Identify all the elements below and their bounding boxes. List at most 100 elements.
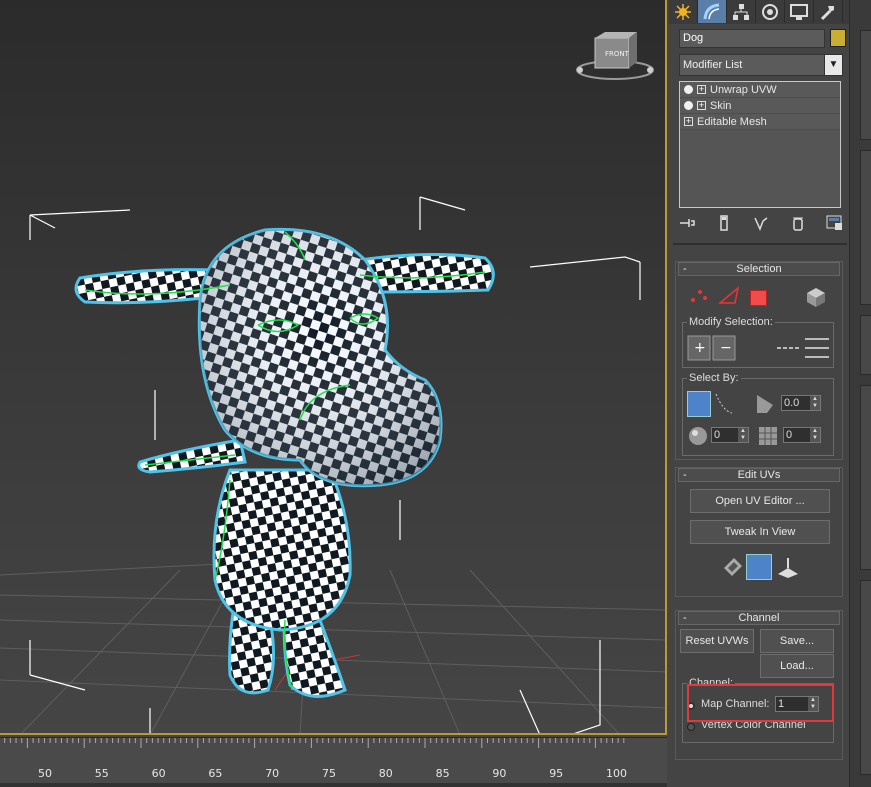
display-tab[interactable]: [785, 0, 814, 23]
utilities-icon: [820, 5, 834, 20]
stack-item-editable-mesh[interactable]: + Editable Mesh: [680, 114, 840, 130]
panel-divider: [673, 243, 847, 245]
modifier-stack[interactable]: + Unwrap UVW + Skin + Editable Mesh: [679, 81, 841, 208]
stack-toolbar: [677, 213, 845, 233]
selection-rollout: - Selection Modify Selection: + − Select …: [675, 261, 843, 460]
stack-item-skin[interactable]: + Skin: [680, 98, 840, 114]
configure-icon: [826, 215, 842, 230]
end-result-icon: [720, 215, 728, 231]
strip-segment: [860, 150, 871, 305]
modify-tab[interactable]: [698, 0, 727, 23]
quick-planar-map-icon[interactable]: [722, 556, 744, 578]
stack-item-label: Skin: [710, 99, 732, 112]
svg-text:−: −: [720, 340, 732, 356]
show-end-result-button[interactable]: [714, 214, 734, 232]
timeline-tick-label: 60: [151, 767, 166, 780]
edit-uvs-rollout: - Edit UVs Open UV Editor ... Tweak In V…: [675, 467, 843, 597]
vertex-color-radio[interactable]: [687, 723, 695, 731]
create-tab[interactable]: [669, 0, 698, 23]
selection-rollout-header[interactable]: - Selection: [678, 262, 840, 276]
collapse-minus-icon[interactable]: -: [683, 612, 687, 624]
smoothing-group-spinner[interactable]: 0 ▲ ▼: [783, 427, 821, 443]
chevron-down-icon[interactable]: ▼: [824, 55, 842, 75]
timeline-tick-label: 100: [606, 767, 627, 780]
point-to-point-icon[interactable]: [713, 391, 735, 417]
edit-uvs-rollout-header[interactable]: - Edit UVs: [678, 468, 840, 482]
make-unique-icon: [754, 217, 768, 231]
element-mode-icon[interactable]: [804, 286, 828, 308]
channel-rollout-header[interactable]: - Channel: [678, 611, 840, 625]
remove-modifier-button[interactable]: [788, 214, 808, 232]
open-uv-editor-button[interactable]: Open UV Editor ...: [690, 489, 830, 513]
smoothing-group-icon[interactable]: [757, 425, 779, 447]
expand-plus-icon[interactable]: +: [684, 117, 693, 126]
panel-scroll-strip[interactable]: [849, 0, 871, 787]
strip-segment: [860, 385, 871, 570]
lightbulb-icon[interactable]: [684, 101, 693, 110]
planar-angle-spinner[interactable]: 0.0 ▲ ▼: [781, 395, 821, 411]
load-button[interactable]: Load...: [760, 654, 834, 678]
strip-segment: [860, 315, 871, 375]
object-name-field[interactable]: Dog: [679, 29, 825, 48]
edge-mode-icon[interactable]: [718, 286, 740, 306]
selection-title: Selection: [736, 263, 782, 275]
motion-icon: [762, 3, 778, 20]
create-icon: [675, 3, 691, 20]
material-id-spinner[interactable]: 0 ▲ ▼: [711, 427, 749, 443]
planar-angle-value: 0.0: [784, 397, 800, 409]
spinner-arrows-icon[interactable]: ▲ ▼: [810, 428, 820, 442]
svg-text:+: +: [694, 340, 706, 356]
align-gizmo-icon[interactable]: [776, 556, 800, 578]
grow-shrink-icons[interactable]: + −: [687, 335, 737, 361]
spinner-arrows-icon[interactable]: ▲ ▼: [738, 428, 748, 442]
tweak-in-view-button[interactable]: Tweak In View: [690, 520, 830, 544]
planar-angle-icon[interactable]: [755, 393, 777, 415]
modifier-list-label: Modifier List: [683, 59, 743, 71]
trash-icon: [793, 217, 803, 231]
stack-item-label: Editable Mesh: [697, 115, 767, 128]
map-channel-highlight-box: [687, 684, 834, 722]
vertex-mode-icon[interactable]: [690, 286, 708, 304]
object-color-swatch[interactable]: [830, 29, 846, 47]
timeline-ruler[interactable]: 50 55 60 65 70 75 80 85 90 95 100: [0, 737, 667, 787]
lightbulb-icon[interactable]: [684, 85, 693, 94]
modify-selection-label: Modify Selection:: [687, 316, 775, 328]
modifier-list-dropdown[interactable]: Modifier List ▼: [679, 54, 843, 76]
pin-stack-button[interactable]: [677, 214, 697, 232]
strip-segment: [860, 580, 871, 775]
quick-map-gizmo-button[interactable]: [746, 554, 772, 580]
modify-selection-group: Modify Selection: + −: [682, 316, 834, 368]
material-id-icon[interactable]: [687, 425, 709, 447]
expand-plus-icon[interactable]: +: [697, 101, 706, 110]
viewport-scene: FRONT: [0, 32, 665, 733]
face-mode-icon[interactable]: [750, 290, 767, 306]
expand-plus-icon[interactable]: +: [697, 85, 706, 94]
smoothing-group-value: 0: [786, 429, 793, 441]
timeline-tick-label: 85: [435, 767, 450, 780]
perspective-viewport[interactable]: FRONT: [0, 0, 667, 735]
select-element-button[interactable]: [687, 391, 711, 417]
timeline-tick-label: 95: [549, 767, 564, 780]
ruler-ticks: [4, 738, 625, 748]
stack-item-unwrap-uvw[interactable]: + Unwrap UVW: [680, 82, 840, 98]
loop-ring-icons[interactable]: [775, 335, 831, 361]
channel-title: Channel: [738, 612, 780, 624]
hierarchy-tab[interactable]: [727, 0, 756, 23]
motion-tab[interactable]: [756, 0, 785, 23]
edit-uvs-title: Edit UVs: [737, 469, 781, 481]
timeline-tick-label: 65: [208, 767, 223, 780]
collapse-minus-icon[interactable]: -: [683, 263, 687, 275]
save-button[interactable]: Save...: [760, 629, 834, 653]
select-by-label: Select By:: [687, 372, 741, 384]
hierarchy-icon: [733, 3, 749, 20]
reset-uvws-button[interactable]: Reset UVWs: [680, 629, 754, 653]
ruler-bottom-bar: [0, 783, 667, 787]
utilities-tab[interactable]: [814, 0, 843, 23]
collapse-minus-icon[interactable]: -: [683, 469, 687, 481]
timeline-tick-label: 90: [492, 767, 507, 780]
timeline-tick-label: 75: [322, 767, 336, 780]
view-cube-label[interactable]: FRONT: [605, 50, 630, 58]
spinner-arrows-icon[interactable]: ▲ ▼: [810, 396, 820, 410]
make-unique-button[interactable]: [751, 214, 771, 232]
configure-sets-button[interactable]: [825, 214, 845, 232]
